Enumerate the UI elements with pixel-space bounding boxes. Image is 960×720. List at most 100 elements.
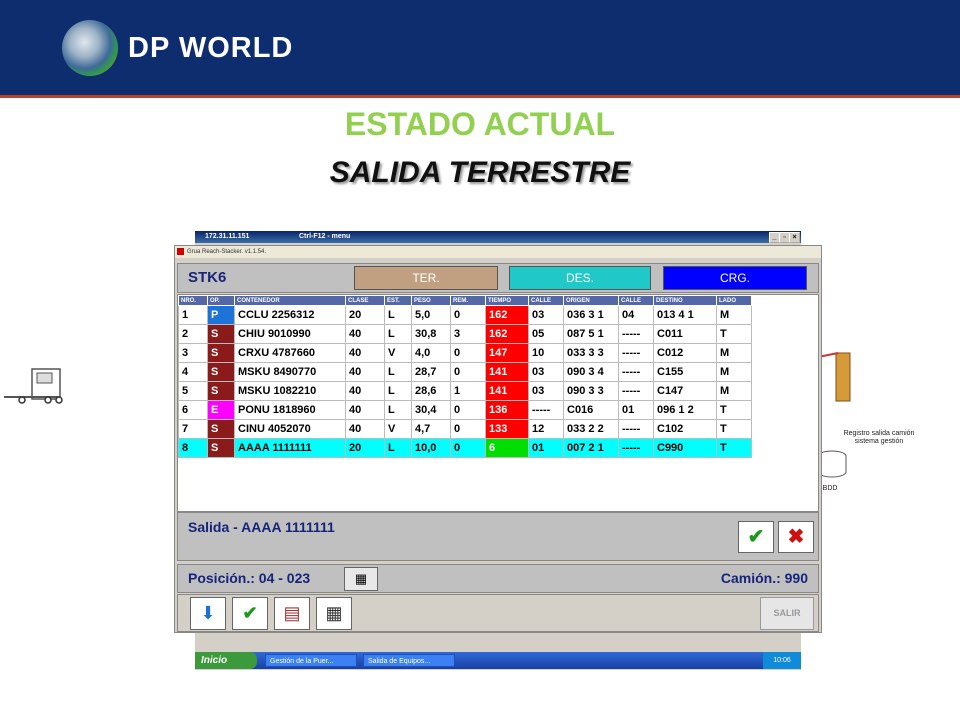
cell-clase: 40 [345,362,385,382]
cell-destino: 013 4 1 [653,305,717,325]
cell-cont: MSKU 8490770 [234,362,346,382]
arrow-down-button[interactable]: ⬇ [190,597,226,630]
cell-origen: 087 5 1 [563,324,619,344]
dp-world-logo-icon [62,20,118,76]
cell-cont: MSKU 1082210 [234,381,346,401]
app-window-title: Grua Reach-Stacker. v1.1.54. [187,249,267,255]
cell-est: L [384,324,412,344]
table-row[interactable]: 4 S MSKU 8490770 40 L 28,7 0 141 03 090 3 4 ----- C… [178,362,752,382]
cell-tiempo: 136 [485,400,529,420]
cell-tiempo: 162 [485,305,529,325]
cell-peso: 4,0 [411,343,451,363]
cell-est: L [384,400,412,420]
tab-crg[interactable]: CRG. [663,266,807,290]
cell-peso: 30,8 [411,324,451,344]
cell-est: L [384,381,412,401]
cell-est: V [384,343,412,363]
cell-calle2: ----- [618,381,654,401]
cell-op: S [207,419,235,439]
cell-lado: T [716,438,752,458]
column-header: DESTINO [653,295,717,306]
check-button[interactable]: ✔ [232,597,268,630]
cell-cont: AAAA 1111111 [234,438,346,458]
cell-lado: T [716,324,752,344]
salida-panel: Salida - AAAA 1111111 ✔ ✖ [177,512,819,561]
table-row[interactable]: 7 S CINU 4052070 40 V 4,7 0 133 12 033 2 2 ----- C1… [178,419,752,439]
app-window: Grua Reach-Stacker. v1.1.54. STK6 TER. D… [174,245,822,633]
cell-rem: 0 [450,343,486,363]
cell-lado: T [716,400,752,420]
cancel-x-button[interactable]: ✖ [778,521,814,553]
cell-origen: C016 [563,400,619,420]
register-label: Registro salida camión sistema gestión [843,430,915,445]
taskbar-item-salida[interactable]: Salida de Equipos... [363,654,455,667]
table-row[interactable]: 5 S MSKU 1082210 40 L 28,6 1 141 03 090 3 3 ----- C… [178,381,752,401]
cell-destino: C147 [653,381,717,401]
container-stack-icon[interactable]: ▦ [344,567,378,591]
cell-destino: C102 [653,419,717,439]
cell-calle2: ----- [618,362,654,382]
cell-nro: 3 [178,343,208,363]
column-header: CALLE [618,295,654,306]
app-window-titlebar: Grua Reach-Stacker. v1.1.54. [175,246,821,258]
table-body: 1 P CCLU 2256312 20 L 5,0 0 162 03 036 3 1 04 013 4… [178,305,752,458]
cell-tiempo: 141 [485,381,529,401]
slide-title: ESTADO ACTUAL [344,106,616,142]
column-header: LADO [716,295,752,306]
column-header: OP. [207,295,235,306]
cell-est: L [384,305,412,325]
barrier-gate-icon [818,352,851,402]
cell-calle: 03 [528,381,564,401]
cell-rem: 0 [450,438,486,458]
cell-clase: 20 [345,438,385,458]
table-row[interactable]: 6 E PONU 1818960 40 L 30,4 0 136 ----- C016 01 096 … [178,400,752,420]
report-button[interactable]: ▦ [316,597,352,630]
tab-des[interactable]: DES. [509,266,651,290]
app-icon [177,248,184,255]
tab-ter[interactable]: TER. [354,266,498,290]
cell-rem: 0 [450,305,486,325]
column-header: PESO [411,295,451,306]
cell-clase: 20 [345,305,385,325]
column-header: EST. [384,295,412,306]
bottom-toolbar: ⬇ ✔ ▤ ▦ SALIR [177,594,819,632]
column-header: CONTENEDOR [234,295,346,306]
cell-origen: 090 3 3 [563,381,619,401]
cell-calle2: ----- [618,343,654,363]
start-button[interactable]: Inicio [195,652,257,669]
cell-rem: 1 [450,381,486,401]
list-view-button[interactable]: ▤ [274,597,310,630]
close-icon[interactable]: × [789,232,800,243]
cell-est: L [384,438,412,458]
column-header: CALLE [528,295,564,306]
cell-nro: 1 [178,305,208,325]
cell-op: E [207,400,235,420]
table-header-row: NRO. OP. CONTENEDOR CLASE EST. PESO REM. TIEMPO… [178,295,752,306]
table-row[interactable]: 2 S CHIU 9010990 40 L 30,8 3 162 05 087 5 1 ----- C… [178,324,752,344]
taskbar-item-gestion[interactable]: Gestión de la Puer... [265,654,357,667]
taskbar: Inicio Gestión de la Puer... Salida de E… [195,652,801,669]
cell-cont: CINU 4052070 [234,419,346,439]
remote-menu-label: Ctrl-F12 - menu [299,233,351,240]
tab-bar: STK6 TER. DES. CRG. [177,263,819,293]
cell-tiempo: 162 [485,324,529,344]
cell-calle: 05 [528,324,564,344]
truck-number-text: Camión.: 990 [720,570,808,586]
position-panel: Posición.: 04 - 023 ▦ Camión.: 990 [177,564,819,593]
cell-calle2: ----- [618,419,654,439]
cell-peso: 5,0 [411,305,451,325]
container-table: NRO. OP. CONTENEDOR CLASE EST. PESO REM. TIEMPO… [177,294,819,512]
cell-cont: CHIU 9010990 [234,324,346,344]
cell-destino: C155 [653,362,717,382]
salir-button[interactable]: SALIR [760,597,814,630]
table-row[interactable]: 3 S CRXU 4787660 40 V 4,0 0 147 10 033 3 3 ----- C0… [178,343,752,363]
cell-nro: 5 [178,381,208,401]
cell-origen: 033 2 2 [563,419,619,439]
remote-ip-label: 172.31.11.151 [205,233,250,240]
confirm-check-button[interactable]: ✔ [738,521,774,553]
cell-peso: 4,7 [411,419,451,439]
cell-op: S [207,438,235,458]
table-row[interactable]: 8 S AAAA 1111111 20 L 10,0 0 6 01 007 2 1 ----- C99… [178,438,752,458]
cell-cont: PONU 1818960 [234,400,346,420]
table-row[interactable]: 1 P CCLU 2256312 20 L 5,0 0 162 03 036 3 1 04 013 4… [178,305,752,325]
